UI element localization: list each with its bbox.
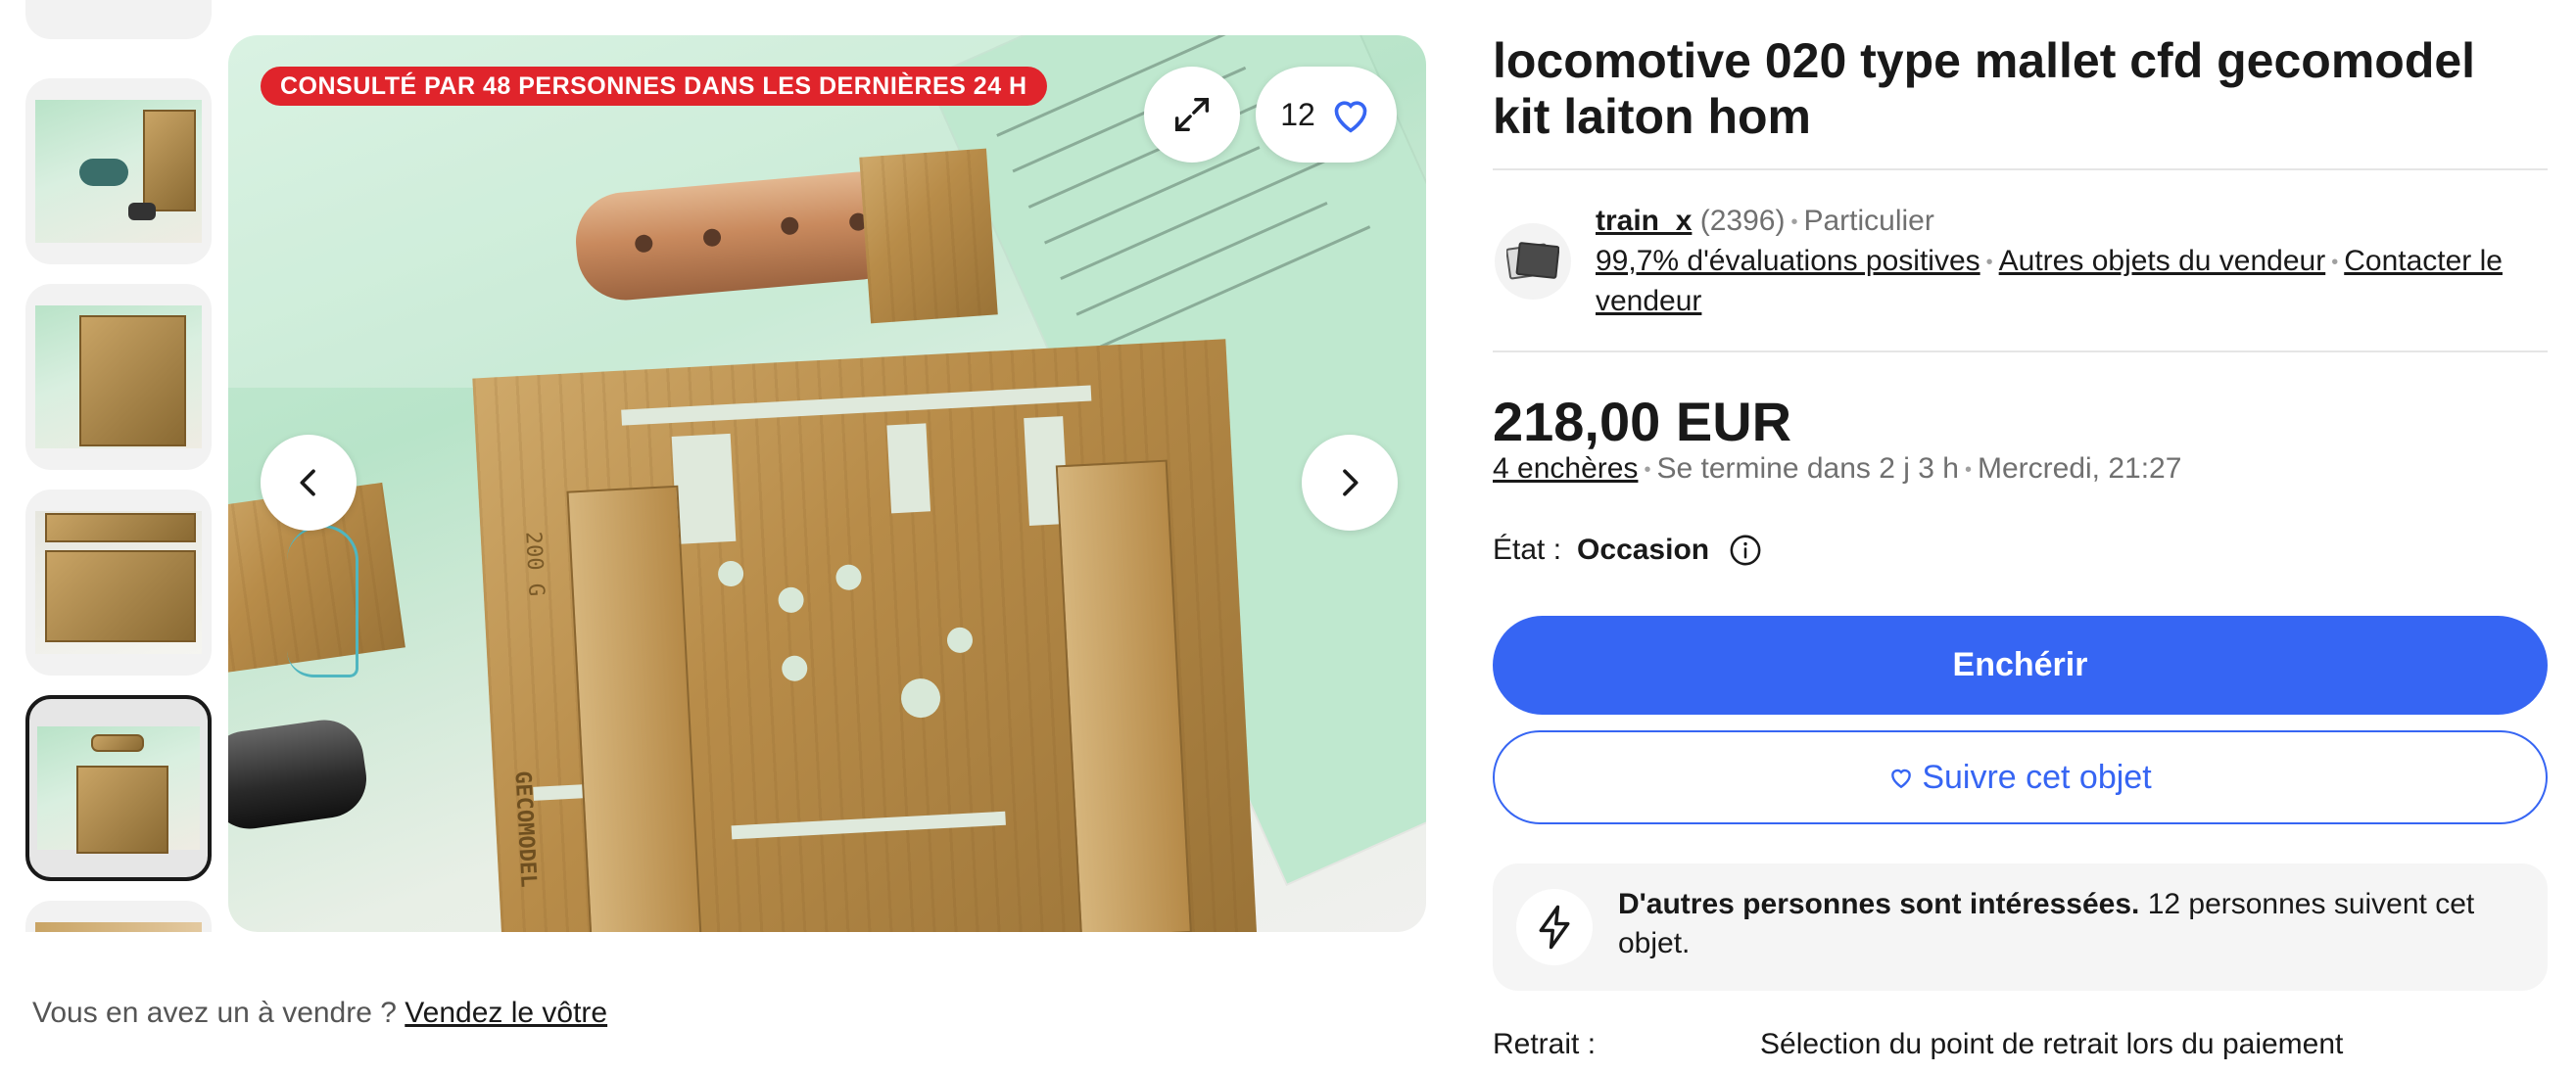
expand-button[interactable] [1144, 67, 1240, 163]
watch-count: 12 [1280, 96, 1315, 132]
heart-outline-icon [1891, 769, 1912, 789]
sell-prompt: Vous en avez un à vendre ? Vendez le vôt… [32, 997, 607, 1030]
views-badge: CONSULTÉ PAR 48 PERSONNES DANS LES DERNI… [261, 67, 1047, 106]
seller-avatar[interactable] [1495, 223, 1571, 300]
brass-etched-fret: 200 G GECOMODEL [472, 339, 1258, 932]
chevron-right-icon [1343, 469, 1359, 496]
seller-name-link[interactable]: train_x [1596, 205, 1692, 237]
thumbnail-1[interactable] [25, 78, 212, 264]
watch-counter-button[interactable]: 12 [1256, 67, 1397, 163]
blue-wire [287, 525, 358, 677]
thumbnail-5-partial[interactable] [25, 901, 212, 932]
heart-icon [1334, 101, 1367, 133]
pickup-label: Retrait : [1493, 1028, 1597, 1060]
bid-info: 4 enchères • Se termine dans 2 j 3 h • Mercr… [1493, 452, 2181, 486]
expand-icon [1174, 97, 1210, 132]
interest-text: D'autres personnes sont intéressées. 12 … [1618, 885, 2509, 963]
time-left: Se termine dans 2 j 3 h [1656, 452, 1959, 485]
thumbnail-3[interactable] [25, 490, 212, 676]
sell-yours-link[interactable]: Vendez le vôtre [405, 997, 607, 1029]
fret-stamp: 200 G [520, 531, 549, 597]
thumbnail-image [37, 726, 200, 854]
separator-dot: • [1790, 211, 1798, 234]
seller-avatar-icon [1506, 242, 1559, 280]
thumbnail-4-selected[interactable] [25, 695, 212, 881]
bid-button[interactable]: Enchérir [1493, 616, 2548, 715]
seller-feedback-count: (2396) [1699, 205, 1786, 237]
seller-info: train_x (2396) • Particulier 99,7% d'évalu… [1596, 202, 2536, 321]
thumbnail-image [35, 511, 202, 654]
interest-icon-wrap [1516, 889, 1593, 965]
thumbnail-2[interactable] [25, 284, 212, 470]
condition-label: État : [1493, 534, 1562, 566]
seller-type: Particulier [1803, 205, 1934, 237]
main-product-image[interactable]: 200 G GECOMODEL CONSULTÉ PAR 48 PERSONNE… [228, 35, 1426, 932]
divider [1493, 168, 2548, 170]
thumbnail-image [35, 100, 202, 243]
lightning-icon [1539, 905, 1570, 950]
current-price: 218,00 EUR [1493, 391, 1792, 452]
separator-dot: • [1644, 458, 1651, 481]
motor [228, 715, 372, 834]
thumbnail-partial-top[interactable] [25, 0, 212, 39]
separator-dot: • [1964, 458, 1972, 481]
chevron-left-icon [300, 469, 315, 496]
separator-dot: • [2331, 252, 2339, 274]
thumbnail-image [35, 305, 202, 448]
pickup-value: Sélection du point de retrait lors du pa… [1760, 1028, 2344, 1060]
positive-feedback-link[interactable]: 99,7% d'évaluations positives [1596, 245, 1980, 277]
other-items-link[interactable]: Autres objets du vendeur [1999, 245, 2326, 277]
divider [1493, 350, 2548, 352]
info-icon[interactable] [1729, 534, 1762, 567]
brass-plate-small [859, 148, 998, 324]
interest-banner: D'autres personnes sont intéressées. 12 … [1493, 863, 2548, 991]
previous-image-button[interactable] [261, 435, 357, 531]
listing-title: locomotive 020 type mallet cfd gecomodel… [1493, 33, 2476, 144]
separator-dot: • [1985, 252, 1993, 274]
watch-item-label: Suivre cet objet [1922, 758, 2152, 796]
sell-prompt-text: Vous en avez un à vendre ? [32, 997, 397, 1029]
interest-heading: D'autres personnes sont intéressées. [1618, 888, 2140, 920]
watch-item-button[interactable]: Suivre cet objet [1493, 730, 2548, 824]
end-time: Mercredi, 21:27 [1977, 452, 2182, 485]
condition-value: Occasion [1577, 534, 1710, 566]
condition-row: État : Occasion [1493, 534, 1762, 567]
next-image-button[interactable] [1302, 435, 1398, 531]
bids-link[interactable]: 4 enchères [1493, 452, 1638, 485]
